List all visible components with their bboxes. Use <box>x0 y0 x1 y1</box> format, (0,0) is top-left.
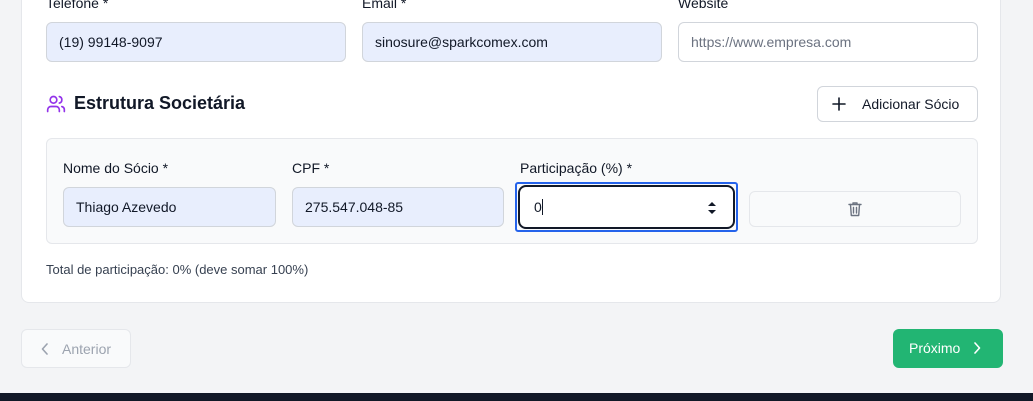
users-icon <box>46 95 66 113</box>
add-partner-button[interactable]: Adicionar Sócio <box>817 86 978 122</box>
next-button[interactable]: Próximo <box>893 329 1003 368</box>
trash-icon <box>848 202 862 217</box>
email-input[interactable]: sinosure@sparkcomex.com <box>362 22 662 62</box>
total-participation-text: Total de participação: 0% (deve somar 10… <box>46 262 309 277</box>
phone-input[interactable]: (19) 99148-9097 <box>46 22 346 62</box>
website-placeholder: https://www.empresa.com <box>691 34 852 50</box>
cpf-label: CPF * <box>292 160 330 176</box>
website-label: Website <box>678 0 729 11</box>
number-spinner-icon[interactable] <box>706 200 718 216</box>
email-label: Email * <box>362 0 407 11</box>
plus-icon <box>832 97 846 111</box>
partner-name-label: Nome do Sócio * <box>63 160 169 176</box>
chevron-left-icon <box>41 343 48 355</box>
add-partner-label: Adicionar Sócio <box>862 96 960 112</box>
chevron-right-icon <box>974 342 981 354</box>
remove-partner-button[interactable] <box>749 191 961 227</box>
participation-label: Participação (%) * <box>520 160 633 176</box>
phone-label: Telefone * <box>46 0 109 11</box>
text-caret <box>541 199 543 215</box>
next-label: Próximo <box>909 340 961 356</box>
partner-name-input[interactable]: Thiago Azevedo <box>63 187 276 227</box>
bottom-bar <box>0 393 1033 401</box>
cpf-input[interactable]: 275.547.048-85 <box>292 187 504 227</box>
participation-input[interactable]: 0 <box>518 185 735 229</box>
section-title: Estrutura Societária <box>74 93 246 113</box>
previous-button[interactable]: Anterior <box>21 329 131 368</box>
participation-value: 0 <box>534 199 542 215</box>
previous-label: Anterior <box>62 341 112 357</box>
website-input[interactable]: https://www.empresa.com <box>678 22 978 62</box>
